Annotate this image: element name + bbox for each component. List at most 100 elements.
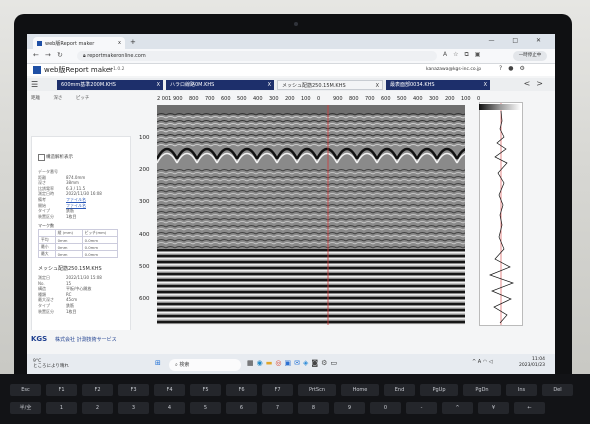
ruler-tick-label: 0	[317, 96, 321, 102]
camera-icon[interactable]: ◙	[311, 359, 321, 367]
keyboard-key[interactable]: PgUp	[420, 384, 458, 396]
weather-widget[interactable]: 9°C ところにより晴れ	[33, 359, 69, 369]
prev-arrow-icon[interactable]: <	[524, 79, 537, 88]
keyboard-key[interactable]: 7	[262, 402, 293, 414]
ruler-tick-label: 400	[253, 96, 263, 102]
close-file-tab-icon[interactable]: X	[268, 80, 271, 90]
close-tab-icon[interactable]: x	[118, 40, 121, 46]
volume-icon[interactable]: ◁	[489, 359, 493, 365]
keyboard-key[interactable]: Home	[341, 384, 379, 396]
radar-scan-image[interactable]	[157, 105, 465, 325]
file-explorer-icon[interactable]: ▬	[266, 359, 276, 367]
close-file-tab-icon[interactable]: X	[376, 81, 379, 91]
next-arrow-icon[interactable]: >	[536, 79, 549, 88]
ruler-tick-label: 900	[333, 96, 343, 102]
keyboard-key[interactable]: Ins	[506, 384, 537, 396]
keyboard-key[interactable]: Esc	[10, 384, 41, 396]
keyboard-key[interactable]: F2	[82, 384, 113, 396]
prop-row: 装置区分 1枚目	[38, 308, 77, 314]
store-icon[interactable]: ▣	[284, 359, 294, 367]
help-icon[interactable]: ?	[499, 65, 508, 72]
start-icon[interactable]: ⊞	[155, 359, 164, 367]
tray-chevron-icon[interactable]: ^	[472, 359, 476, 365]
tool-pitch[interactable]: ピッチ	[76, 96, 90, 101]
ime-indicator[interactable]: A	[478, 359, 481, 365]
keyboard-key[interactable]: 0	[370, 402, 401, 414]
minimize-button[interactable]: —	[488, 37, 502, 44]
page-favicon-icon	[37, 40, 42, 46]
profile-button[interactable]: 一時停止中	[513, 51, 547, 61]
keyboard-key[interactable]: 8	[298, 402, 329, 414]
properties-panel: 構造解析表示 データ番号 距離 874.0mm 深さ 38mm 比誘電率 6.3 / …	[31, 136, 131, 332]
file-tab-active[interactable]: メッシュ配筋250.15M.KHS X	[277, 80, 383, 90]
keyboard-key[interactable]: 5	[190, 402, 221, 414]
browser-tab[interactable]: web版Report maker x	[33, 37, 125, 49]
analysis-checkbox-label: 構造解析表示	[46, 155, 73, 160]
keyboard-key[interactable]: 半/全	[10, 402, 41, 414]
url-field[interactable]: 🔒︎ reportmakeronline.com	[77, 51, 437, 61]
close-file-tab-icon[interactable]: X	[484, 80, 487, 90]
keyboard-key[interactable]: F4	[154, 384, 185, 396]
back-icon[interactable]: ←	[33, 51, 39, 59]
keyboard-key[interactable]: 6	[226, 402, 257, 414]
table-row: 平均 0mm 0.0mm	[38, 236, 119, 244]
maximize-button[interactable]: □	[512, 37, 526, 44]
terminal-icon[interactable]: ▭	[330, 359, 340, 367]
file-tab[interactable]: 600mm基準200M.KHS X	[57, 80, 163, 90]
tool-depth[interactable]: 深さ	[53, 96, 62, 101]
taskbar-search[interactable]: ⌕ 検索	[169, 359, 241, 371]
browser-action-icons: A☆⧉▣	[443, 51, 486, 59]
color-scale-bar	[479, 104, 521, 110]
point-properties: データ番号 距離 874.0mm 深さ 38mm 比誘電率 6.3 / 11.5 測定…	[38, 169, 102, 219]
mail-icon[interactable]: ✉	[294, 359, 303, 367]
close-file-tab-icon[interactable]: X	[157, 80, 160, 90]
system-clock[interactable]: 11:04 2023/01/23	[519, 357, 545, 369]
menu-icon[interactable]: ☰	[31, 80, 38, 89]
collections-icon[interactable]: ▣	[475, 51, 487, 58]
app-footer: KGS 株式会社 計測技術サービス	[27, 330, 555, 348]
keyboard-key[interactable]: ¥	[478, 402, 509, 414]
new-tab-button[interactable]: +	[130, 38, 136, 46]
ruler-tick-label: 800	[189, 96, 199, 102]
wifi-icon[interactable]: ◠	[483, 359, 487, 365]
settings-icon[interactable]: ⚙	[519, 65, 530, 72]
keyboard-key[interactable]: 2	[82, 402, 113, 414]
translate-icon[interactable]: A	[443, 51, 453, 58]
analysis-checkbox[interactable]	[38, 154, 45, 161]
depth-label: 300	[139, 199, 150, 205]
keyboard-key[interactable]: F6	[226, 384, 257, 396]
keyboard-key[interactable]: -	[406, 402, 437, 414]
keyboard-key[interactable]: ←	[514, 402, 545, 414]
keyboard-key[interactable]: Del	[542, 384, 573, 396]
tool-distance[interactable]: 距離	[31, 96, 40, 101]
ruler-tick-label: 500	[237, 96, 247, 102]
keyboard-key[interactable]: F3	[118, 384, 149, 396]
keyboard-number-row: 半/全 1 2 3 4 5 6 7 8 9 0- ^ ¥ ←	[10, 402, 545, 414]
favorite-star-icon[interactable]: ☆	[453, 51, 464, 58]
close-window-button[interactable]: ✕	[536, 37, 549, 44]
keyboard-key[interactable]: F7	[262, 384, 293, 396]
file-section-title: メッシュ配筋250.15M.KHS	[38, 266, 102, 272]
window-controls: — □ ✕	[488, 37, 549, 44]
keyboard-key[interactable]: F5	[190, 384, 221, 396]
keyboard-key[interactable]: End	[384, 384, 415, 396]
reload-icon[interactable]: ↻	[57, 51, 63, 59]
keyboard-key[interactable]: PrtScn	[298, 384, 336, 396]
keyboard-key[interactable]: 1	[46, 402, 77, 414]
forward-icon[interactable]: →	[45, 51, 51, 59]
notifications-icon[interactable]: ●	[508, 65, 519, 72]
keyboard-key[interactable]: PgDn	[463, 384, 501, 396]
brand-logo: KGS	[31, 335, 48, 343]
keyboard-key[interactable]: 3	[118, 402, 149, 414]
keyboard-key[interactable]: 4	[154, 402, 185, 414]
task-view-icon[interactable]: ▦	[247, 359, 257, 367]
keyboard-key[interactable]: ^	[442, 402, 473, 414]
search-icon: ⌕	[175, 362, 178, 368]
extensions-icon[interactable]: ⧉	[465, 51, 475, 58]
file-tab[interactable]: 最表面部0034.KHS X	[386, 80, 490, 90]
keyboard-key[interactable]: F1	[46, 384, 77, 396]
file-tab[interactable]: ハラロ線路0M.KHS X	[166, 80, 274, 90]
edge-icon[interactable]: ◉	[257, 359, 266, 367]
keyboard-key[interactable]: 9	[334, 402, 365, 414]
ruler-tick-label: 800	[349, 96, 359, 102]
